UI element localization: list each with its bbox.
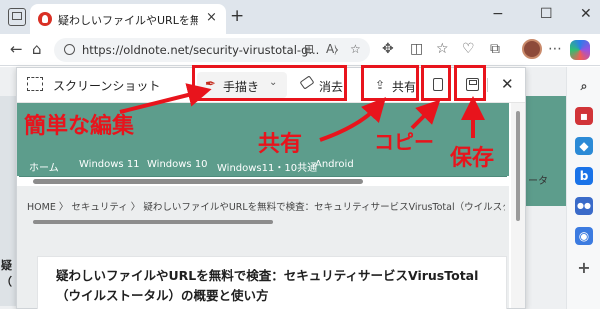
grid-icon[interactable]: ⊞	[304, 42, 314, 56]
split-screen-icon[interactable]: ◫	[410, 42, 423, 57]
close-screenshot-button[interactable]: ✕	[501, 75, 514, 93]
sidebar-search-icon[interactable]: ⌕	[575, 77, 593, 95]
screenshot-overlay: スクリーンショット ✒ 手描き ⌄ 消去 ⇪ 共有 ✕ ホーム Windows …	[16, 67, 526, 309]
back-icon[interactable]: ←	[10, 42, 23, 57]
nav-item-android: Android	[315, 159, 354, 170]
annotation-copy: コピー	[374, 130, 434, 154]
breadcrumb-scrollbar-thumb	[33, 220, 273, 224]
article-card: 疑わしいファイルやURLを無料で検査：セキュリティサービスVirusTotal（…	[37, 256, 507, 309]
nav-scrollbar-thumb	[33, 179, 363, 184]
background-site-header	[526, 96, 566, 206]
read-aloud-icon[interactable]: A⧽	[326, 42, 338, 57]
sidebar-games-icon[interactable]: ●●	[575, 197, 593, 215]
nav-item-home: ホーム	[29, 163, 59, 174]
background-side-text: ータ	[528, 176, 548, 187]
profile-avatar[interactable]	[522, 39, 542, 59]
annotation-save: 保存	[450, 146, 495, 171]
vertical-scrollbar	[511, 103, 525, 308]
omnibox[interactable]: https://oldnote.net/security-virustotal-…	[54, 38, 370, 62]
home-icon[interactable]: ⌂	[32, 42, 42, 57]
article-title: 疑わしいファイルやURLを無料で検査：セキュリティサービスVirusTotal（…	[56, 268, 479, 303]
nav-item-windows11: Windows 11	[79, 159, 140, 170]
sidebar-add-icon[interactable]: +	[575, 259, 593, 277]
breadcrumb: HOME 〉 セキュリティ 〉 疑わしいファイルやURLを無料で検査：セキュリテ…	[27, 202, 505, 213]
annotation-box-share	[361, 65, 419, 101]
screenshot-title: スクリーンショット	[53, 79, 161, 93]
site-info-icon[interactable]	[64, 44, 75, 55]
annotation-box-edit	[192, 65, 347, 101]
tab-active[interactable]: 疑わしいファイルやURLを無料で検査 ×	[30, 4, 226, 34]
tab-title: 疑わしいファイルやURLを無料で検査	[58, 14, 198, 27]
address-bar-row: ← ⌂ https://oldnote.net/security-virusto…	[0, 34, 600, 66]
sidebar-bing-icon[interactable]: b	[575, 167, 593, 185]
browser-essentials-icon[interactable]: ♡	[462, 42, 475, 57]
toolbar-divider	[487, 78, 488, 92]
site-favicon-icon	[38, 12, 52, 26]
background-left-text: 疑 （	[1, 259, 12, 288]
nav-scrollbar	[19, 176, 507, 186]
minimize-button[interactable]: −	[492, 6, 504, 22]
vertical-scrollbar-thumb	[516, 111, 520, 221]
annotation-share: 共有	[258, 132, 303, 157]
sidebar-shopping-icon[interactable]: ◆	[575, 137, 593, 155]
close-window-button[interactable]: ✕	[580, 6, 592, 22]
annotation-easy-edit: 簡単な編集	[24, 114, 135, 139]
url-text[interactable]: https://oldnote.net/security-virustotal-…	[82, 43, 319, 57]
nav-item-windows-common: Windows11・10共通	[217, 163, 318, 174]
annotation-box-save	[454, 65, 486, 101]
sidebar-outlook-icon[interactable]: ◉	[575, 227, 593, 245]
tab-close-icon[interactable]: ×	[206, 10, 217, 25]
more-menu-icon[interactable]: ⋯	[548, 42, 562, 57]
new-tab-button[interactable]: +	[230, 8, 244, 25]
captured-nav-bar: ホーム Windows 11 Windows 10 Windows11・10共通…	[17, 156, 509, 176]
extensions-icon[interactable]: ✥	[382, 42, 394, 57]
nav-item-windows10: Windows 10	[147, 159, 208, 170]
workspaces-icon[interactable]	[8, 8, 26, 26]
annotation-box-copy	[421, 65, 451, 101]
copilot-icon[interactable]	[570, 40, 590, 60]
edge-sidebar: ⌕ ▪ ◆ b ●● ◉ +	[566, 67, 600, 309]
sidebar-tools-icon[interactable]: ▪	[575, 107, 593, 125]
breadcrumb-scrollbar	[19, 218, 507, 226]
screenshot-icon	[27, 77, 43, 91]
tab-bar: 疑わしいファイルやURLを無料で検査 × + − ☐ ✕	[0, 0, 600, 34]
collections-icon[interactable]: ⧉	[490, 42, 500, 57]
maximize-button[interactable]: ☐	[540, 6, 553, 22]
favorites-icon[interactable]: ☆	[436, 42, 449, 57]
favorite-star-icon[interactable]: ☆	[350, 42, 361, 56]
